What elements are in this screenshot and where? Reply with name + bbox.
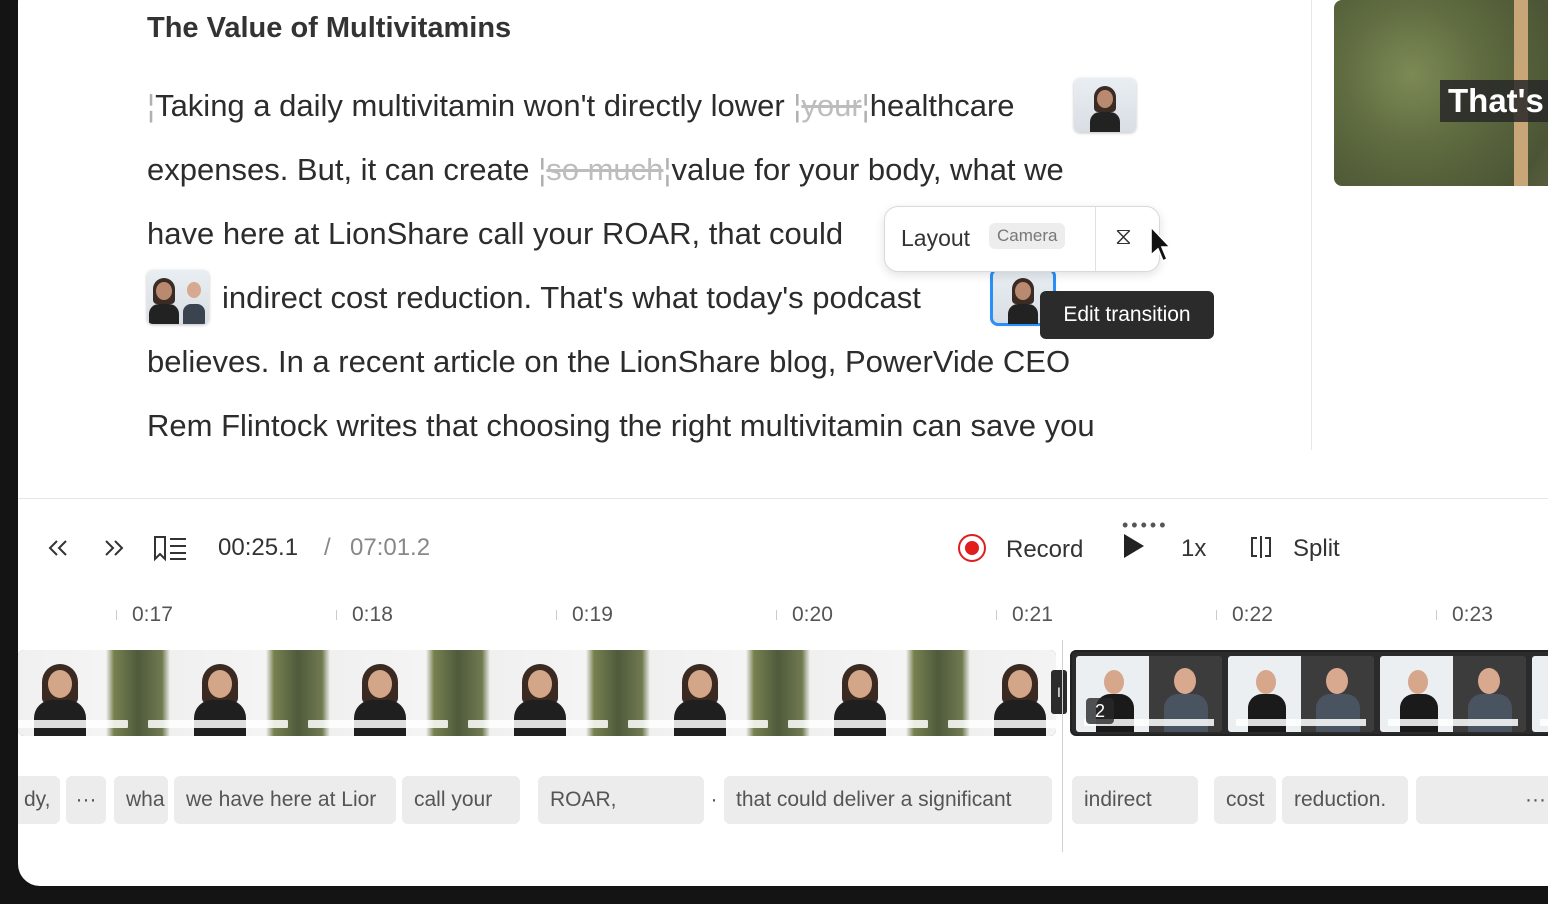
resize-handle[interactable]: ••••• — [1122, 515, 1169, 536]
playback-speed[interactable]: 1x — [1181, 535, 1206, 563]
word-chip[interactable]: reduction. — [1282, 776, 1408, 824]
skip-forward-icon[interactable] — [102, 536, 126, 560]
line-text: value for your body, what we — [671, 152, 1064, 187]
deleted-word[interactable]: your — [801, 88, 861, 123]
layout-value-pill[interactable]: Camera — [989, 223, 1066, 249]
word-chip[interactable]: indirect — [1072, 776, 1198, 824]
play-icon[interactable] — [1124, 534, 1144, 558]
document-title[interactable]: The Value of Multivitamins — [147, 12, 511, 45]
tick-mark — [556, 610, 557, 620]
word-chip[interactable]: cost — [1214, 776, 1276, 824]
paragraph-line[interactable]: ¦Taking a daily multivitamin won't direc… — [147, 86, 1015, 126]
scene-number-badge: 2 — [1086, 698, 1114, 724]
time-tick: 0:20 — [792, 603, 833, 626]
layout-label[interactable]: Layout — [901, 225, 970, 252]
split-button[interactable]: Split — [1293, 535, 1340, 563]
playhead[interactable] — [1062, 640, 1063, 852]
word-chip[interactable]: ROAR, — [538, 776, 704, 824]
record-button[interactable]: Record — [1006, 536, 1083, 564]
video-preview[interactable]: That's — [1334, 0, 1548, 186]
line-text: Taking a daily multivitamin won't direct… — [155, 88, 785, 123]
paragraph-line[interactable]: Rem Flintock writes that choosing the ri… — [147, 406, 1095, 446]
app-frame: The Value of Multivitamins ¦Taking a dai… — [18, 0, 1548, 886]
time-tick: 0:19 — [572, 603, 613, 626]
cut-marker: ¦ — [861, 88, 870, 123]
tick-mark — [116, 610, 117, 620]
time-tick: 0:22 — [1232, 603, 1273, 626]
transition-marker[interactable]: I — [1051, 670, 1067, 714]
word-chip[interactable]: that could deliver a significant — [724, 776, 1052, 824]
record-icon[interactable] — [958, 534, 986, 562]
gap-chip[interactable]: ··· — [66, 776, 106, 824]
panel-divider[interactable] — [1311, 0, 1312, 450]
total-time: 07:01.2 — [350, 534, 431, 561]
scene-thumbnail[interactable] — [147, 270, 209, 324]
paragraph-line[interactable]: have here at LionShare call your ROAR, t… — [147, 214, 843, 254]
line-text: expenses. But, it can create — [147, 152, 530, 187]
section-divider — [18, 498, 1548, 499]
divider — [1095, 207, 1096, 271]
skip-back-icon[interactable] — [46, 536, 70, 560]
scene-thumbnail[interactable] — [1074, 78, 1136, 132]
time-tick: 0:18 — [352, 603, 393, 626]
hourglass-icon[interactable]: ⧖ — [1115, 223, 1132, 251]
time-tick: 0:23 — [1452, 603, 1493, 626]
cut-marker: ¦ — [147, 88, 156, 123]
time-tick: 0:17 — [132, 603, 173, 626]
chapters-icon[interactable] — [152, 534, 188, 562]
video-clip-track-selected[interactable] — [1070, 650, 1548, 736]
mouse-cursor-icon — [1150, 225, 1172, 263]
deleted-word[interactable]: so much — [546, 152, 663, 187]
word-chip[interactable]: call your — [402, 776, 520, 824]
tick-mark — [776, 610, 777, 620]
tick-mark — [1216, 610, 1217, 620]
tick-mark — [996, 610, 997, 620]
paragraph-line[interactable]: believes. In a recent article on the Lio… — [147, 342, 1070, 382]
word-chip[interactable]: we have here at Lior — [174, 776, 396, 824]
word-chip[interactable]: wha — [114, 776, 168, 824]
video-clip-track[interactable] — [18, 650, 1056, 736]
tick-mark — [336, 610, 337, 620]
gap-chip[interactable]: ··· — [1416, 776, 1548, 824]
edit-transition-tooltip: Edit transition — [1040, 291, 1214, 339]
time-tick: 0:21 — [1012, 603, 1053, 626]
line-text: healthcare — [869, 88, 1015, 123]
split-icon[interactable] — [1248, 534, 1274, 560]
current-time: 00:25.1 — [218, 534, 299, 561]
paragraph-line[interactable]: expenses. But, it can create ¦so much¦va… — [147, 150, 1064, 190]
time-separator: / — [324, 534, 331, 561]
gap-chip[interactable]: · — [708, 776, 720, 824]
preview-caption: That's — [1440, 80, 1548, 122]
layout-popover: Layout Camera ⧖ — [884, 206, 1160, 272]
word-chip[interactable]: dy, — [18, 776, 60, 824]
paragraph-line[interactable]: indirect cost reduction. That's what tod… — [222, 278, 921, 318]
tick-mark — [1436, 610, 1437, 620]
